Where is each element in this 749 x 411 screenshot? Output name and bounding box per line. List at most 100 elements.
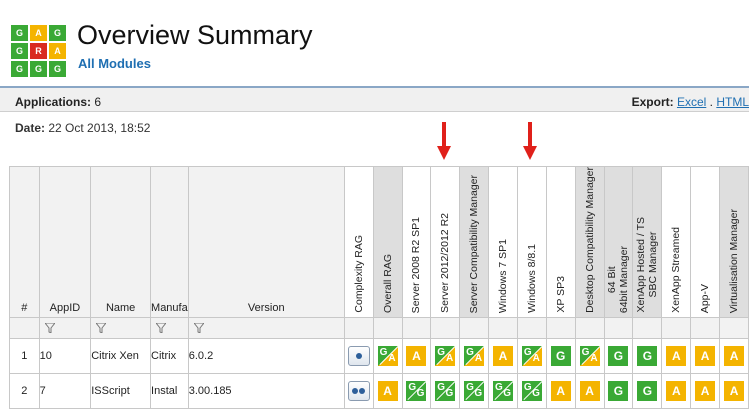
rag-status-icon[interactable]: GG (406, 381, 427, 401)
rag-cell: A (690, 338, 721, 374)
rag-cell: GA (372, 338, 403, 374)
rag-cell: GA (574, 338, 605, 374)
applications-label: Applications: (15, 95, 92, 109)
export-excel-link[interactable]: Excel (677, 95, 706, 109)
manufacturer-cell: Citrix (150, 338, 189, 374)
rag-status-icon[interactable]: GA (521, 346, 542, 366)
col-header-xenapp-hosted[interactable]: XenApp Hosted / TS SBC Manager (632, 166, 663, 318)
col-header-win7[interactable]: Windows 7 SP1 (488, 166, 518, 318)
col-header-complexity[interactable]: Complexity RAG (343, 166, 374, 318)
filter-cell (150, 317, 189, 339)
rag-cell: A (719, 338, 749, 374)
filter-cell (459, 317, 490, 339)
filter-cell (719, 317, 749, 339)
col-header-name[interactable]: Name (90, 166, 152, 318)
filter-icon[interactable] (156, 323, 167, 333)
filter-cell (343, 317, 374, 339)
app-id-cell: 10 (38, 338, 92, 374)
col-header-desktop-compat[interactable]: Desktop Compatibility Manager (574, 166, 605, 318)
export-html-link[interactable]: HTML (716, 95, 749, 109)
col-header-num[interactable]: # (9, 166, 40, 318)
rag-status-icon[interactable]: GA (377, 346, 398, 366)
rag-status-icon[interactable]: A (550, 381, 571, 401)
rag-status-icon[interactable]: A (406, 346, 427, 366)
rag-cell: GA (459, 338, 490, 374)
export-options: Export: Excel . HTML (632, 95, 749, 109)
logo-cell: A (49, 43, 66, 59)
rag-cell: GA (516, 338, 547, 374)
rag-status-icon[interactable]: A (724, 381, 745, 401)
filter-cell (187, 317, 345, 339)
rag-cell: GG (459, 373, 490, 409)
col-header-server2012[interactable]: Server 2012/2012 R2 (430, 166, 461, 318)
rag-cell: G (632, 338, 663, 374)
rag-cell: A (488, 338, 518, 374)
row-number: 2 (9, 373, 40, 409)
rag-status-icon[interactable]: G (637, 381, 658, 401)
rag-cell: G (545, 338, 576, 374)
col-header-win8[interactable]: Windows 8/8.1 (516, 166, 547, 318)
rag-status-icon[interactable]: GG (493, 381, 513, 401)
manufacturer-cell: Instal (150, 373, 189, 409)
rag-status-icon[interactable]: GA (464, 346, 485, 366)
rag-status-icon[interactable]: G (637, 346, 658, 366)
filter-cell (90, 317, 152, 339)
rag-status-icon[interactable]: GG (521, 381, 542, 401)
col-header-version[interactable]: Version (187, 166, 345, 318)
col-header-appv[interactable]: App-V (690, 166, 721, 318)
logo-cell: G (49, 25, 66, 41)
rag-cell: G (603, 338, 634, 374)
rag-status-icon[interactable]: A (666, 346, 687, 366)
rag-status-icon[interactable]: A (724, 346, 745, 366)
applications-table: # AppID Name Manufa Version Complexity R… (9, 166, 749, 409)
complexity-indicator-icon[interactable] (347, 381, 370, 401)
rag-cell: G (632, 373, 663, 409)
rag-status-icon[interactable]: A (666, 381, 687, 401)
logo-cell: A (30, 25, 47, 41)
summary-toolbar: Applications: 6 Export: Excel . HTML (0, 86, 749, 112)
rag-cell: A (661, 338, 692, 374)
rag-status-icon[interactable]: GA (579, 346, 600, 366)
filter-icon[interactable] (96, 323, 107, 333)
rag-status-icon[interactable]: G (608, 381, 629, 401)
rag-cell: A (690, 373, 721, 409)
modules-link[interactable]: All Modules (78, 56, 151, 71)
complexity-indicator-icon[interactable] (347, 346, 370, 366)
col-header-manufacturer[interactable]: Manufa (150, 166, 189, 318)
rag-status-icon[interactable]: A (493, 346, 513, 366)
col-header-xenapp-streamed[interactable]: XenApp Streamed (661, 166, 692, 318)
applications-count: Applications: 6 (15, 95, 101, 109)
col-header-overall[interactable]: Overall RAG (372, 166, 403, 318)
col-header-64bit[interactable]: 64 Bit 64bit Manager (603, 166, 634, 318)
report-date: Date: 22 Oct 2013, 18:52 (15, 121, 150, 135)
rag-cell: GG (516, 373, 547, 409)
rag-status-icon[interactable]: A (579, 381, 600, 401)
rag-cell: A (545, 373, 576, 409)
col-header-xp[interactable]: XP SP3 (545, 166, 576, 318)
col-header-appid[interactable]: AppID (38, 166, 92, 318)
rag-status-icon[interactable]: A (695, 381, 716, 401)
rag-cell: A (372, 373, 403, 409)
col-header-server-compat[interactable]: Server Compatibility Manager (459, 166, 490, 318)
rag-status-icon[interactable]: GG (435, 381, 456, 401)
rag-status-icon[interactable]: GA (435, 346, 456, 366)
col-header-server2008[interactable]: Server 2008 R2 SP1 (401, 166, 432, 318)
filter-cell (488, 317, 518, 339)
logo-cell: G (11, 61, 28, 77)
app-logo: GAGGRAGGG (11, 25, 68, 78)
filter-icon[interactable] (44, 323, 55, 333)
filter-icon[interactable] (193, 323, 204, 333)
col-header-virtualisation[interactable]: Virtualisation Manager (719, 166, 749, 318)
filter-cell (545, 317, 576, 339)
filter-cell (690, 317, 721, 339)
rag-status-icon[interactable]: G (550, 346, 571, 366)
filter-cell (574, 317, 605, 339)
date-value: 22 Oct 2013, 18:52 (48, 121, 151, 135)
table-row[interactable]: 2 7 ISScript Instal 3.00.185 A G G G G G G G G G G A A G G A… (9, 373, 749, 409)
rag-status-icon[interactable]: GG (464, 381, 485, 401)
version-cell: 3.00.185 (187, 373, 345, 409)
rag-status-icon[interactable]: G (608, 346, 629, 366)
table-row[interactable]: 1 10 Citrix Xen Citrix 6.0.2 G A A G A G A A G A G G A G G A… (9, 338, 749, 374)
rag-status-icon[interactable]: A (695, 346, 716, 366)
rag-status-icon[interactable]: A (377, 381, 398, 401)
